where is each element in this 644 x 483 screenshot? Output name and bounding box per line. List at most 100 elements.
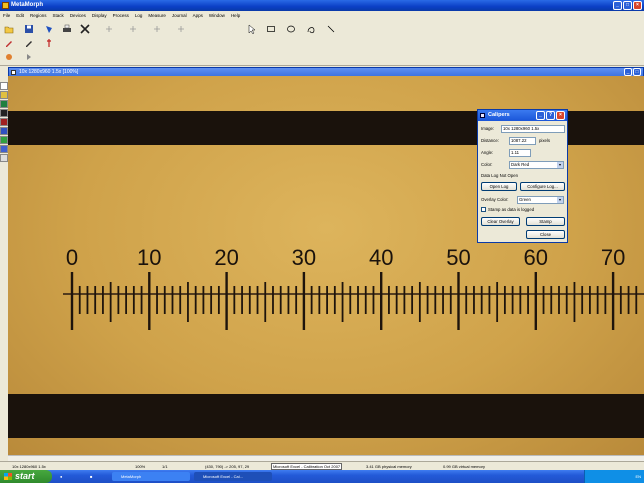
line-tool-icon[interactable] xyxy=(326,24,336,34)
quicklaunch-desktop-icon[interactable]: ■ xyxy=(90,472,98,481)
left-tool-strip xyxy=(0,80,8,200)
app-titlebar[interactable]: MetaMorph _ □ × xyxy=(0,0,644,11)
menu-window[interactable]: Window xyxy=(209,13,225,18)
menu-help[interactable]: Help xyxy=(231,13,240,18)
calipers-title: Calipers xyxy=(488,112,510,118)
calipers-close-button[interactable]: × xyxy=(556,111,565,120)
rectangle-tool-icon[interactable] xyxy=(266,24,276,34)
app-icon xyxy=(2,2,9,9)
acquire-icon[interactable] xyxy=(44,24,54,34)
status-image-name: 10x 1280x960 1.5x xyxy=(12,464,46,469)
info-icon[interactable] xyxy=(0,154,8,162)
maximize-button[interactable]: □ xyxy=(623,1,632,10)
menu-measure[interactable]: Measure xyxy=(148,13,166,18)
overlay-icon[interactable] xyxy=(0,136,8,144)
menu-file[interactable]: File xyxy=(3,13,10,18)
status-physical-memory: 3.41 GB physical memory xyxy=(366,464,412,469)
tool-c-icon[interactable] xyxy=(176,24,186,34)
calipers-help-button[interactable]: ? xyxy=(546,111,555,120)
chevron-down-icon[interactable]: ▾ xyxy=(557,197,563,203)
arrow-tool-icon[interactable] xyxy=(24,52,34,62)
menubar: File Edit Regions Stack Devices Display … xyxy=(0,11,644,20)
overlay-color-select[interactable]: Green ▾ xyxy=(517,196,564,204)
distance-value: 1087.22 xyxy=(511,138,527,143)
chevron-down-icon[interactable]: ▾ xyxy=(557,162,563,168)
color-value: Dark Red xyxy=(511,162,530,167)
calipers-minimize-button[interactable]: _ xyxy=(536,111,545,120)
palette-icon[interactable] xyxy=(4,52,14,62)
image-field[interactable]: 10x 1280x960 1.5x xyxy=(501,125,565,133)
tool-b-icon[interactable] xyxy=(152,24,162,34)
menu-regions[interactable]: Regions xyxy=(30,13,47,18)
freehand-tool-icon[interactable] xyxy=(306,24,316,34)
overlay-color-value: Green xyxy=(519,197,531,202)
color-map-icon[interactable] xyxy=(0,100,8,108)
stamp-button[interactable]: Stamp xyxy=(526,217,565,226)
minimize-button[interactable]: _ xyxy=(613,1,622,10)
taskbar-item-metamorph[interactable]: MetaMorph xyxy=(112,472,190,481)
ruler-label: 50 xyxy=(446,245,470,270)
image-minimize-button[interactable]: _ xyxy=(624,68,632,76)
close-button[interactable]: × xyxy=(633,1,642,10)
print-icon[interactable] xyxy=(62,24,72,34)
ruler-label: 30 xyxy=(292,245,316,270)
calipers-titlebar[interactable]: Calipers _ ? × xyxy=(478,110,567,121)
open-folder-icon[interactable] xyxy=(4,24,14,34)
contrast-icon[interactable] xyxy=(0,109,8,117)
status-virtual-memory: 0.99 GB virtual memory xyxy=(443,464,486,469)
language-indicator[interactable]: EN xyxy=(635,474,641,479)
distance-unit: pixels xyxy=(539,138,550,143)
menu-display[interactable]: Display xyxy=(92,13,107,18)
taskbar: start ● ■ MetaMorph Microsoft Excel - Ca… xyxy=(0,470,644,483)
menu-log[interactable]: Log xyxy=(135,13,143,18)
pencil-red-icon[interactable] xyxy=(4,38,14,48)
menu-journal[interactable]: Journal xyxy=(172,13,187,18)
calipers-dialog: Calipers _ ? × Image: 10x 1280x960 1.5x … xyxy=(477,109,568,243)
ruler-label: 0 xyxy=(66,245,78,270)
menu-apps[interactable]: Apps xyxy=(193,13,203,18)
start-button[interactable]: start xyxy=(0,470,52,483)
configure-log-button[interactable]: Configure Log... xyxy=(520,182,565,191)
system-tray: EN xyxy=(584,470,644,483)
toolbar xyxy=(0,20,644,66)
angle-field[interactable]: 1.11 xyxy=(509,149,531,157)
menu-process[interactable]: Process xyxy=(113,13,129,18)
stamp-checkbox-label: Stamp as data is logged xyxy=(488,207,535,212)
quicklaunch-ie-icon[interactable]: ● xyxy=(60,472,68,481)
ruler-label: 70 xyxy=(601,245,625,270)
taskbar-item-excel[interactable]: Microsoft Excel - Cal... xyxy=(194,472,272,481)
hand-icon[interactable] xyxy=(0,91,8,99)
ruler-label: 60 xyxy=(524,245,548,270)
windows-logo-icon xyxy=(4,473,12,480)
image-label: Image: xyxy=(481,126,495,131)
document-icon xyxy=(11,70,16,75)
color-label: Color: xyxy=(481,162,493,167)
stack-icon[interactable] xyxy=(0,145,8,153)
pointer-tool-icon[interactable] xyxy=(246,24,256,35)
ruler-label: 10 xyxy=(137,245,161,270)
status-coords: (430, 790) -> 205, 97, 29 xyxy=(205,464,250,469)
region-icon[interactable] xyxy=(0,127,8,135)
ellipse-tool-icon[interactable] xyxy=(286,24,296,34)
color-select[interactable]: Dark Red ▾ xyxy=(509,161,564,169)
stamp-checkbox[interactable] xyxy=(481,207,486,212)
save-icon[interactable] xyxy=(24,24,34,34)
status-excel-link[interactable]: Microsoft Excel - Calibration Oct 2007 xyxy=(271,463,343,470)
open-log-button[interactable]: Open Log xyxy=(481,182,517,191)
clear-overlay-button[interactable]: Clear Overlay xyxy=(481,217,520,226)
menu-devices[interactable]: Devices xyxy=(70,13,86,18)
tool-a-icon[interactable] xyxy=(128,24,138,34)
status-zoom: 100% xyxy=(135,464,146,469)
zoom-icon[interactable] xyxy=(0,82,8,90)
distance-label: Distance: xyxy=(481,138,499,143)
gauge-icon[interactable] xyxy=(44,38,54,48)
pencil-dark-icon[interactable] xyxy=(24,38,34,48)
menu-stack[interactable]: Stack xyxy=(53,13,64,18)
menu-edit[interactable]: Edit xyxy=(16,13,24,18)
image-maximize-button[interactable]: □ xyxy=(633,68,641,76)
undo-icon[interactable] xyxy=(104,24,114,34)
close-dialog-button[interactable]: Close xyxy=(526,230,565,239)
lut-icon[interactable] xyxy=(0,118,8,126)
distance-field[interactable]: 1087.22 xyxy=(509,137,536,145)
delete-icon[interactable] xyxy=(80,24,90,34)
